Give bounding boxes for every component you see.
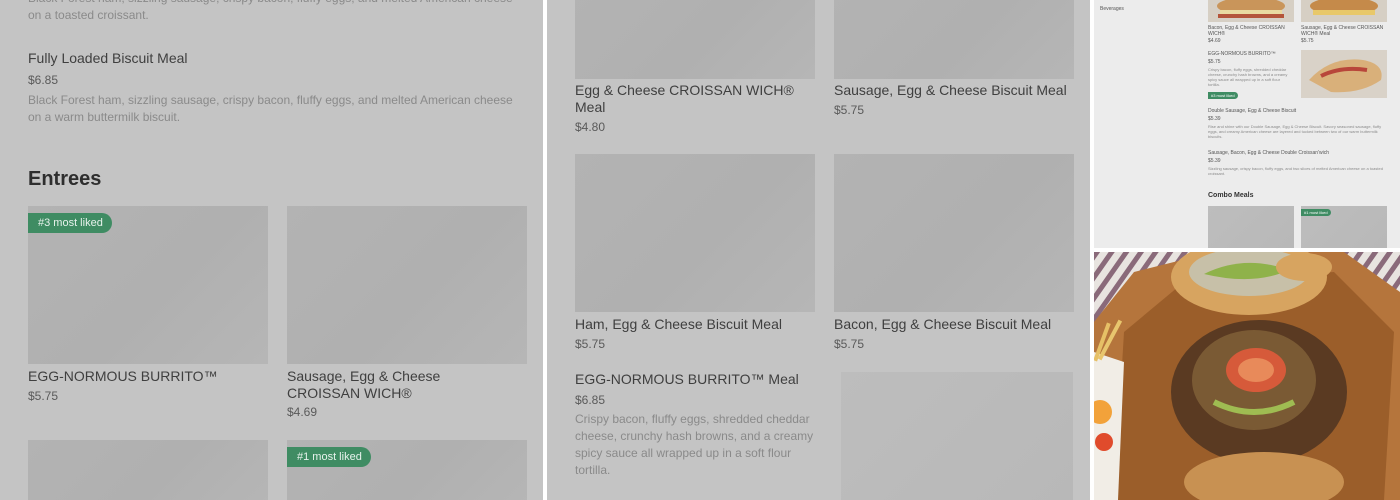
menu-item-sausage-egg-cheese-croissanwich[interactable]: Sausage, Egg & Cheese CROISSAN WICH® $4.… [287, 206, 527, 421]
item-price: $5.75 [834, 103, 865, 117]
menu-item-fully-loaded-biscuit-meal[interactable]: Fully Loaded Biscuit Meal $6.85 Black Fo… [28, 50, 523, 126]
item-price: $5.75 [28, 389, 59, 403]
item-image[interactable] [1208, 206, 1294, 248]
menu-panel-left: Black Forest ham, sizzling sausage, cris… [0, 0, 543, 500]
item-description: Crispy bacon, fluffy eggs, shredded ched… [575, 412, 814, 477]
item-image [287, 206, 527, 364]
mini-item-description: Rise and shine with our Double Sausage, … [1208, 124, 1382, 139]
menu-panel-middle: Egg & Cheese CROISSAN WICH® Meal $4.80 S… [547, 0, 1090, 500]
sidebar-item-beverages[interactable]: Beverages [1100, 6, 1124, 12]
mini-item-price: $5.75 [1208, 59, 1221, 65]
mini-item-price: $4.69 [1208, 38, 1221, 44]
item-price: $4.69 [287, 405, 318, 419]
item-image [834, 154, 1074, 312]
burger-photo-illustration [1094, 252, 1400, 500]
mini-popularity-badge: #1 most liked [1301, 209, 1331, 216]
item-image [1301, 0, 1387, 22]
item-image [1208, 0, 1294, 22]
item-title: EGG-NORMOUS BURRITO™ [28, 368, 218, 384]
food-photo [1094, 252, 1400, 500]
item-title: Fully Loaded Biscuit Meal [28, 50, 188, 66]
item-title: Ham, Egg & Cheese Biscuit Meal [575, 316, 782, 332]
mini-menu-screenshot: Beverages Bacon, Egg & Cheese CROISSAN W… [1094, 0, 1400, 248]
menu-item-egg-normous-burrito-meal[interactable]: EGG-NORMOUS BURRITO™ Meal $6.85 Crispy b… [575, 371, 820, 479]
popularity-badge: #3 most liked [28, 213, 112, 233]
item-image [575, 154, 815, 312]
item-image [1301, 50, 1387, 98]
mini-item-price: $5.39 [1208, 116, 1221, 122]
mini-menu-item-double-sausage[interactable]: Double Sausage, Egg & Cheese Biscuit $5.… [1208, 108, 1388, 139]
mini-item-title: Sausage, Egg & Cheese CROISSAN WICH® Mea… [1301, 25, 1384, 37]
mini-item-title: EGG-NORMOUS BURRITO™ [1208, 51, 1276, 57]
item-description: Black Forest ham, sizzling sausage, cris… [28, 0, 513, 22]
item-price: $6.85 [575, 393, 606, 407]
mini-menu-item-burrito[interactable]: EGG-NORMOUS BURRITO™ $5.75 Crispy bacon,… [1208, 51, 1288, 87]
item-price: $4.80 [575, 120, 606, 134]
item-price: $5.75 [575, 337, 606, 351]
item-title: EGG-NORMOUS BURRITO™ Meal [575, 371, 799, 387]
mini-section-title-combo-meals: Combo Meals [1208, 192, 1254, 199]
mini-menu-item-double-croissanwich[interactable]: Sausage, Bacon, Egg & Cheese Double Croi… [1208, 150, 1388, 176]
menu-item-image[interactable] [28, 440, 268, 500]
mini-item-title: Bacon, Egg & Cheese CROISSAN WICH® [1208, 25, 1285, 37]
mini-item-description: Sizzling sausage, crispy bacon, fluffy e… [1208, 166, 1383, 176]
item-price: $6.85 [28, 73, 59, 87]
mini-item-price: $5.75 [1301, 38, 1314, 44]
item-image [841, 372, 1073, 500]
mini-popularity-badge: #3 most liked [1208, 92, 1238, 99]
item-price: $5.75 [834, 337, 865, 351]
item-image [575, 0, 815, 79]
item-title: Bacon, Egg & Cheese Biscuit Meal [834, 316, 1052, 332]
item-description: Black Forest ham, sizzling sausage, cris… [28, 93, 513, 124]
section-title-entrees: Entrees [28, 168, 102, 190]
item-title: Egg & Cheese CROISSAN WICH® Meal [575, 82, 794, 115]
item-title: Sausage, Egg & Cheese CROISSAN WICH® [287, 368, 441, 401]
item-title: Sausage, Egg & Cheese Biscuit Meal [834, 82, 1067, 98]
mini-item-price: $5.39 [1208, 158, 1221, 164]
mini-item-title: Sausage, Bacon, Egg & Cheese Double Croi… [1208, 150, 1330, 156]
mini-item-description: Crispy bacon, fluffy eggs, shredded ched… [1208, 67, 1288, 87]
item-image [834, 0, 1074, 79]
mini-item-title: Double Sausage, Egg & Cheese Biscuit [1208, 108, 1297, 114]
menu-item-egg-normous-burrito[interactable]: #3 most liked EGG-NORMOUS BURRITO™ $5.75 [28, 206, 268, 406]
popularity-badge: #1 most liked [287, 447, 371, 467]
